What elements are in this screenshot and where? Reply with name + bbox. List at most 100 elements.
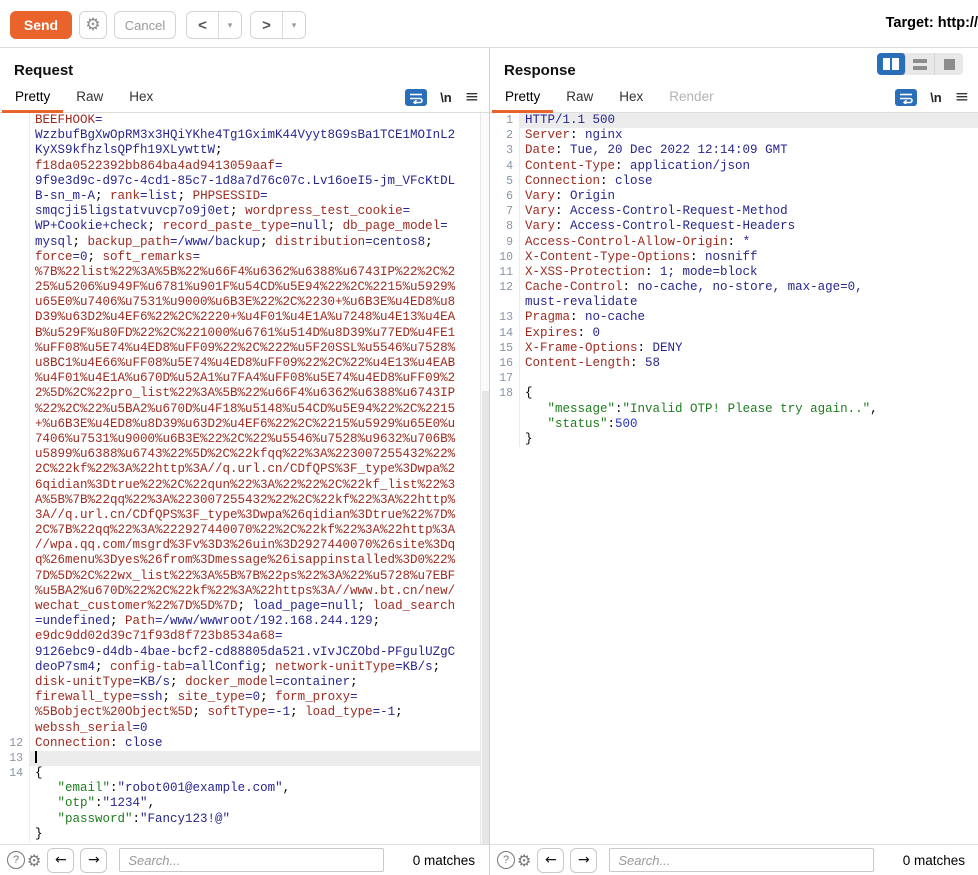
hamburger-menu-icon[interactable]: ≡ — [465, 89, 479, 106]
editor-line[interactable]: deoP7sm4; config-tab=allConfig; network-… — [0, 659, 489, 675]
editor-line[interactable]: 2%5D%2C%22pro_list%22%3A%5B%22%u66F4%u63… — [0, 386, 489, 402]
editor-line[interactable]: webssh_serial=0 — [0, 720, 489, 736]
show-newlines-icon[interactable]: \n — [440, 90, 452, 105]
back-button[interactable]: < — [187, 12, 219, 38]
tab-pretty[interactable]: Pretty — [2, 85, 64, 113]
editor-line[interactable]: //wpa.qq.com/msgrd%3Fv%3D3%26uin%3D29274… — [0, 538, 489, 554]
editor-line[interactable]: 25%u5206%u949F%u6781%u901F%u54CD%u5E94%2… — [0, 280, 489, 296]
editor-line[interactable]: 2C%22kf%22%3A%22http%3A//q.url.cn/CDfQPS… — [0, 462, 489, 478]
editor-line[interactable]: %uFF08%u5E74%u4ED8%uFF09%22%2C%222%u5F20… — [0, 340, 489, 356]
search-settings-gear-icon[interactable]: ⚙ — [517, 851, 531, 870]
show-newlines-icon[interactable]: \n — [930, 90, 942, 105]
editor-line[interactable]: %5Bobject%20Object%5D; softType=-1; load… — [0, 705, 489, 721]
forward-dropdown-button[interactable]: ▾ — [283, 12, 305, 38]
hamburger-menu-icon[interactable]: ≡ — [955, 89, 969, 106]
word-wrap-icon[interactable] — [405, 89, 428, 106]
editor-line[interactable]: 7D%5D%2C%22wx_list%22%3A%5B%7B%22ps%22%3… — [0, 568, 489, 584]
editor-line[interactable]: 2C%7B%22qq%22%3A%222927440070%22%2C%22kf… — [0, 523, 489, 539]
request-editor[interactable]: BEEFHOOK= WzzbufBgXwOpRM3x3HQiYKhe4Tg1Gxi… — [0, 113, 489, 844]
layout-rows-icon[interactable] — [906, 53, 935, 75]
editor-line[interactable]: "email":"robot001@example.com", — [0, 781, 489, 797]
editor-line[interactable]: 11 X-XSS-Protection: 1; mode=block — [490, 264, 978, 281]
editor-line[interactable]: 9 Access-Control-Allow-Origin: * — [490, 234, 978, 250]
editor-line[interactable]: force=0; soft_remarks= — [0, 249, 489, 265]
editor-line[interactable]: 13 — [0, 750, 489, 767]
editor-line[interactable]: 1 HTTP/1.1 500 — [490, 113, 978, 129]
editor-line[interactable]: 14 Expires: 0 — [490, 325, 978, 341]
request-scrollbar[interactable] — [480, 113, 489, 844]
editor-line[interactable]: 9f9e3d9c-d97c-4cd1-85c7-1d8a7d76c07c.Lv1… — [0, 173, 489, 189]
response-search-input[interactable] — [609, 848, 875, 872]
editor-line[interactable]: 13 Pragma: no-cache — [490, 310, 978, 326]
editor-line[interactable]: } — [490, 431, 978, 448]
help-icon[interactable]: ? — [497, 851, 515, 869]
editor-line[interactable]: u65E0%u7406%u7531%u9000%u6B3E%22%2C%2230… — [0, 295, 489, 311]
editor-line[interactable]: "message":"Invalid OTP! Please try again… — [490, 401, 978, 417]
editor-line[interactable]: 17 — [490, 371, 978, 387]
editor-line[interactable]: 3 Date: Tue, 20 Dec 2022 12:14:09 GMT — [490, 143, 978, 159]
editor-line[interactable]: wechat_customer%22%7D%5D%7D; load_page=n… — [0, 599, 489, 615]
editor-line[interactable]: u8BC1%u4E66%uFF08%u5E74%u4ED8%uFF09%22%2… — [0, 356, 489, 372]
word-wrap-icon[interactable] — [895, 89, 918, 106]
editor-line[interactable]: q%26menu%3Dyes%26from%3Dmessage%26isappi… — [0, 553, 489, 569]
editor-line[interactable]: A%5B%7B%22qq%22%3A%223007255432%22%2C%22… — [0, 492, 489, 508]
editor-line[interactable]: %7B%22list%22%3A%5B%22%u66F4%u6362%u6388… — [0, 264, 489, 281]
editor-line[interactable]: "password":"Fancy123!@" — [0, 811, 489, 827]
editor-line[interactable]: WzzbufBgXwOpRM3x3HQiYKhe4Tg1GximK44Vyyt8… — [0, 128, 489, 144]
editor-line[interactable]: 5 Connection: close — [490, 173, 978, 189]
editor-line[interactable]: 8 Vary: Access-Control-Request-Headers — [490, 219, 978, 235]
editor-line[interactable]: 15 X-Frame-Options: DENY — [490, 340, 978, 356]
tab-pretty[interactable]: Pretty — [492, 85, 554, 113]
editor-line[interactable]: f18da0522392bb864ba4ad9413059aaf= — [0, 158, 489, 174]
send-button[interactable]: Send — [10, 11, 72, 39]
editor-line[interactable]: 6 Vary: Origin — [490, 188, 978, 205]
search-prev-button[interactable]: ← — [47, 847, 75, 873]
editor-line[interactable]: BEEFHOOK= — [0, 113, 489, 129]
editor-line[interactable]: %22%2C%22%u5BA2%u670D%u4F18%u5148%u54CD%… — [0, 401, 489, 417]
editor-line[interactable]: "status":500 — [490, 416, 978, 432]
editor-line[interactable]: 12 Connection: close — [0, 735, 489, 751]
editor-line[interactable]: 3A//q.url.cn/CDfQPS%3F_type%3Dwpa%26qidi… — [0, 507, 489, 524]
editor-line[interactable]: 16 Content-Length: 58 — [490, 356, 978, 372]
editor-line[interactable]: 18{ — [490, 386, 978, 402]
editor-line[interactable]: %u5BA2%u670D%22%2C%22kf%22%3A%22https%3A… — [0, 583, 489, 599]
tab-raw[interactable]: Raw — [553, 85, 606, 113]
search-next-button[interactable]: → — [80, 847, 108, 873]
tab-render[interactable]: Render — [656, 85, 726, 113]
editor-line[interactable]: %u4F01%u4E1A%u670D%u52A1%u7FA4%uFF08%u5E… — [0, 371, 489, 387]
editor-line[interactable]: 9126ebc9-d4db-4bae-bcf2-cd88805da521.vIv… — [0, 644, 489, 660]
editor-line[interactable]: 4 Content-Type: application/json — [490, 158, 978, 174]
request-scrollbar-thumb[interactable] — [482, 390, 489, 844]
editor-line[interactable]: mysql; backup_path=/www/backup; distribu… — [0, 234, 489, 250]
layout-columns-icon[interactable] — [877, 53, 906, 75]
editor-line[interactable]: B-sn_m-A; rank=list; PHPSESSID= — [0, 188, 489, 205]
search-next-button[interactable]: → — [570, 847, 598, 873]
tab-raw[interactable]: Raw — [63, 85, 116, 113]
editor-line[interactable]: D39%u63D2%u4EF6%22%2C%2220+%u4F01%u4E1A%… — [0, 310, 489, 326]
send-settings-button[interactable]: ⚙ — [79, 11, 107, 39]
layout-single-icon[interactable] — [935, 53, 963, 75]
editor-line[interactable]: 6qidian%3Dtrue%22%2C%22qun%22%3A%22%22%2… — [0, 477, 489, 493]
editor-line[interactable]: 7406%u7531%u9000%u6B3E%22%2C%22%u5546%u7… — [0, 431, 489, 448]
editor-line[interactable]: 10 X-Content-Type-Options: nosniff — [490, 249, 978, 265]
editor-line[interactable]: e9dc9dd02d39c71f93d8f723b8534a68= — [0, 629, 489, 645]
editor-line[interactable]: 12 Cache-Control: no-cache, no-store, max… — [490, 280, 978, 296]
cancel-button[interactable]: Cancel — [114, 11, 176, 39]
editor-line[interactable]: smqcji5ligstatvuvcp7o9j0et; wordpress_te… — [0, 204, 489, 220]
editor-line[interactable]: =undefined; Path=/www/wwwroot/192.168.24… — [0, 614, 489, 630]
forward-button[interactable]: > — [251, 12, 283, 38]
request-search-input[interactable] — [119, 848, 385, 872]
editor-line[interactable]: 7 Vary: Access-Control-Request-Method — [490, 204, 978, 220]
help-icon[interactable]: ? — [7, 851, 25, 869]
editor-line[interactable]: +%u6B3E%u4ED8%u8D39%u63D2%u4EF6%22%2C%22… — [0, 416, 489, 432]
back-dropdown-button[interactable]: ▾ — [219, 12, 241, 38]
editor-line[interactable]: "otp":"1234", — [0, 796, 489, 812]
search-prev-button[interactable]: ← — [537, 847, 565, 873]
editor-line[interactable]: 14{ — [0, 766, 489, 782]
editor-line[interactable]: must-revalidate — [490, 295, 978, 311]
search-settings-gear-icon[interactable]: ⚙ — [27, 851, 41, 870]
editor-line[interactable]: WP+Cookie+check; record_paste_type=null;… — [0, 219, 489, 235]
tab-hex[interactable]: Hex — [606, 85, 656, 113]
editor-line[interactable]: 2 Server: nginx — [490, 128, 978, 144]
editor-line[interactable]: disk-unitType=KB/s; docker_model=contain… — [0, 674, 489, 691]
